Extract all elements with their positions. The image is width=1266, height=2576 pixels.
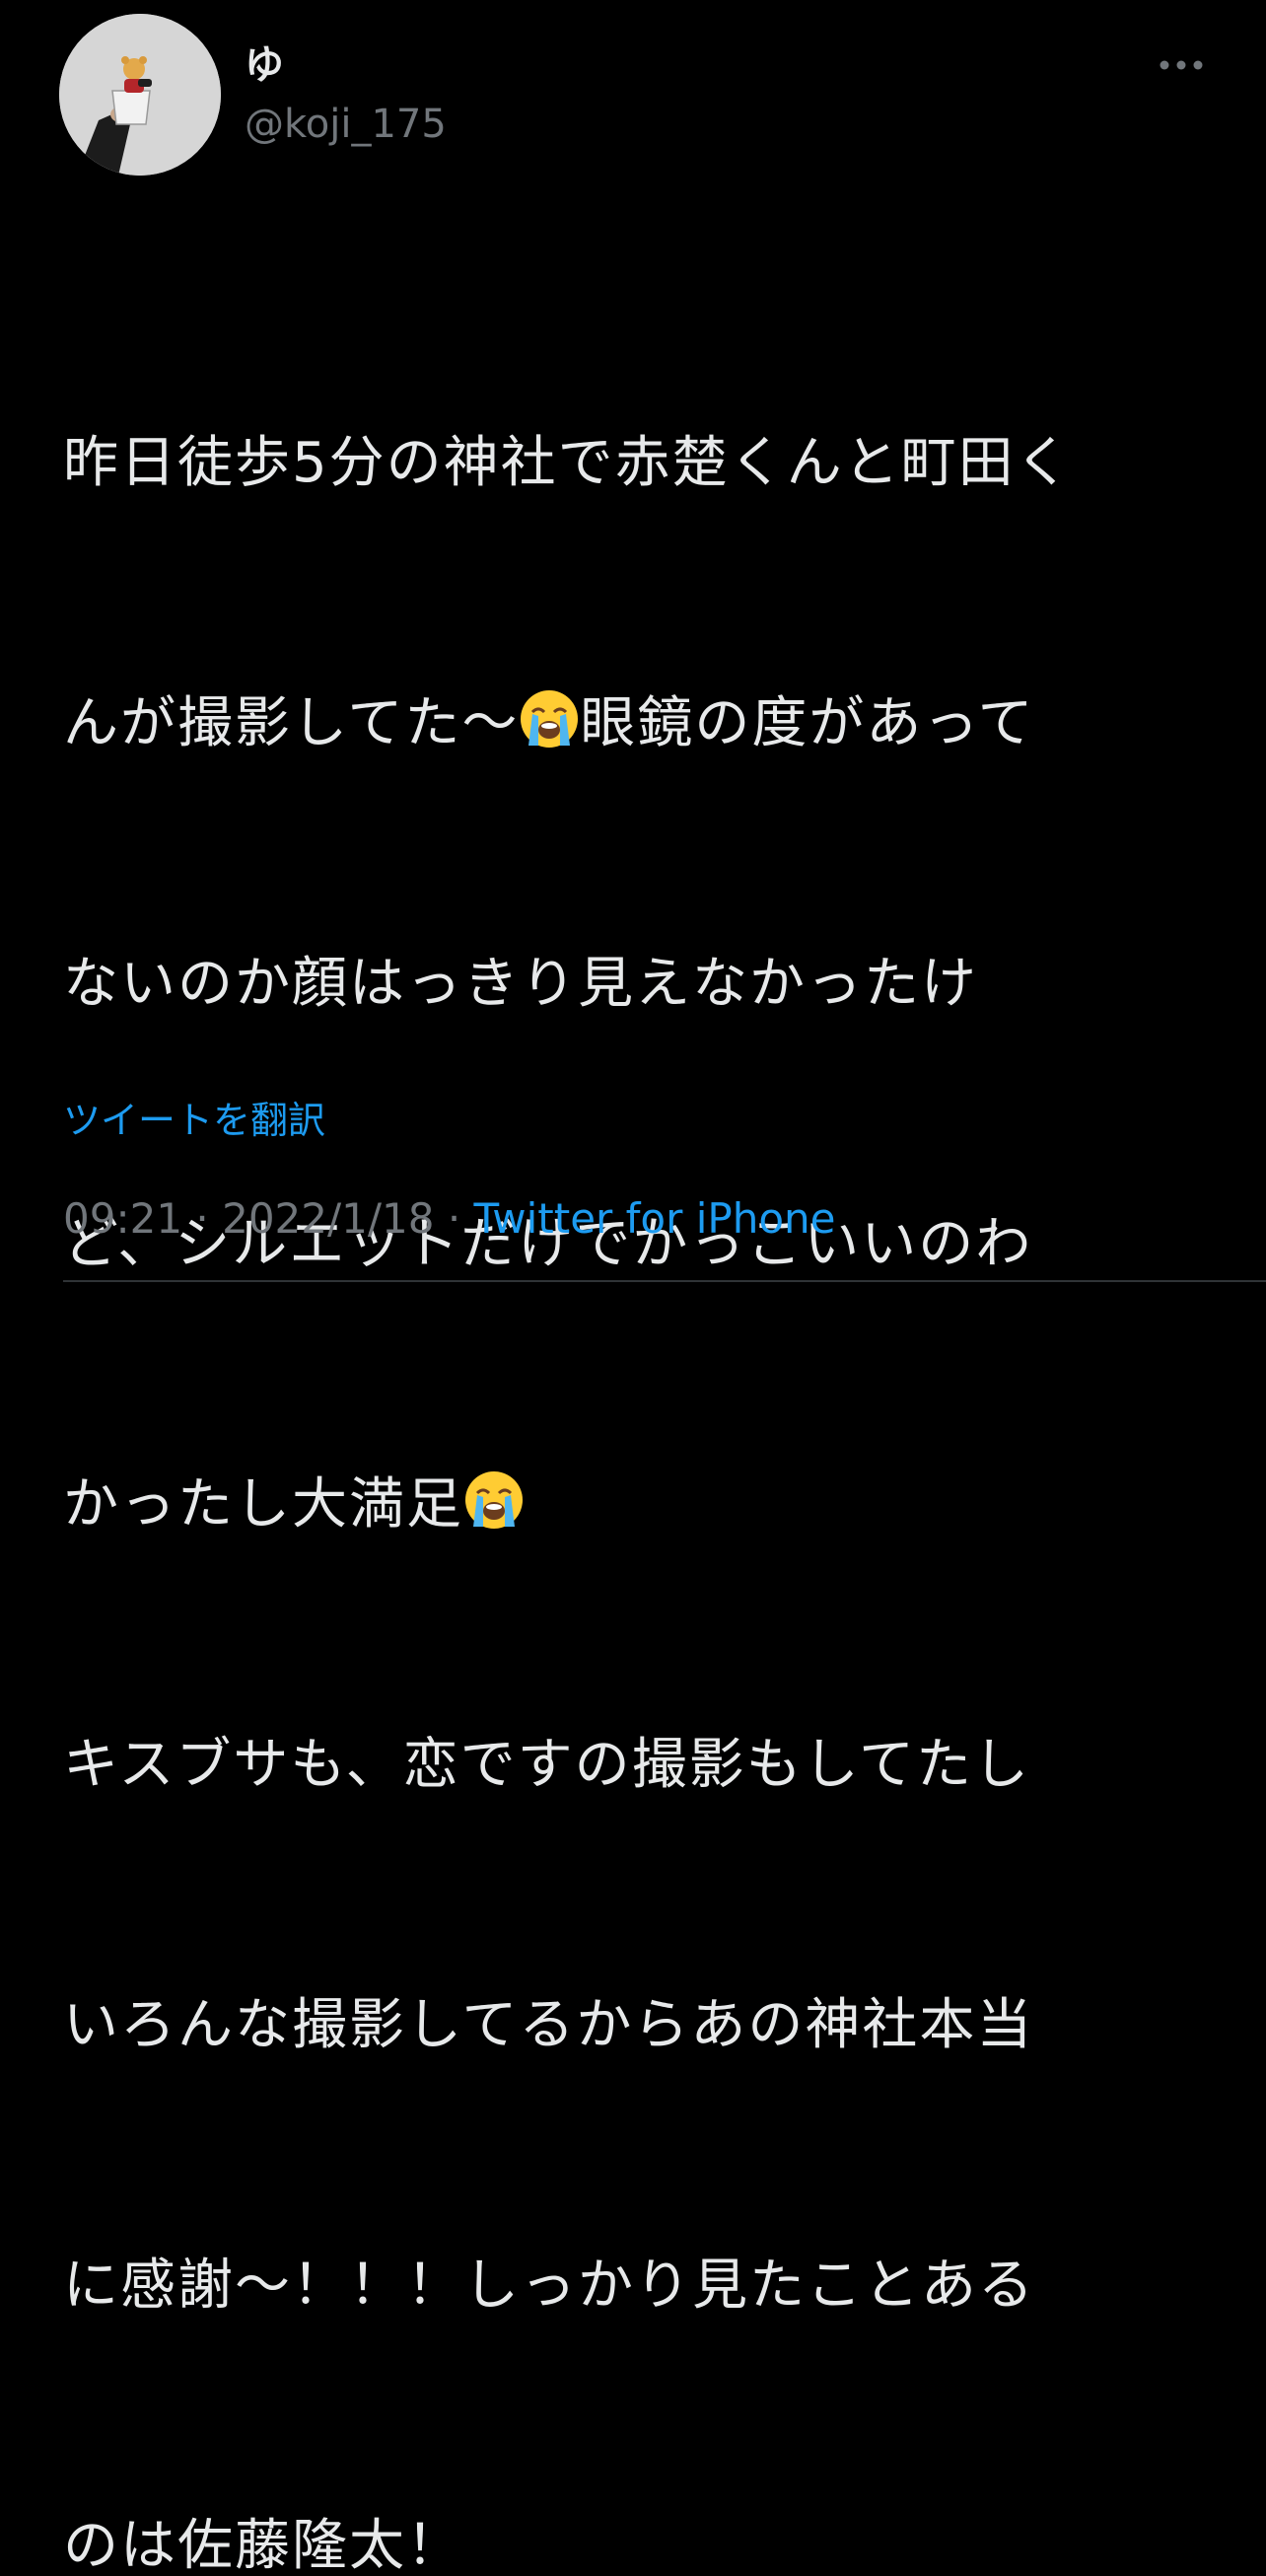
divider [63,1280,1266,1282]
avatar[interactable] [59,14,221,176]
meta-separator: · [182,1194,223,1243]
tweet-line: に感謝〜！！！しっかり見たことある [63,2254,1035,2318]
user-handle[interactable]: @koji_175 [245,101,447,148]
profile-photo-avatar [59,14,221,176]
tweet-metadata: 09:21 · 2022/1/18 · Twitter for iPhone [63,1193,836,1245]
tweet-line: かったし大満足 [63,1462,1207,1548]
display-name[interactable]: ゆ [245,41,284,89]
tweet-line: のは佐藤隆太！ [63,2514,463,2576]
tweet-line-segment: かったし大満足 [63,1472,463,1537]
tweet-line: キスブサも、恋ですの撮影もしてたし [63,1733,1030,1797]
tweet-line: いろんな撮影してるからあの神社本当 [63,1993,1034,2057]
tweet-line-segment: 眼鏡の度があって [580,691,1035,755]
more-horizontal-icon [1160,60,1203,70]
meta-separator: · [434,1194,474,1243]
more-options-button[interactable] [1152,47,1211,83]
tweet-text: 昨日徒歩5分の神社で赤楚くんと町田く んが撮影してた〜 眼鏡の度があって ないのか… [63,247,1207,2576]
source-link[interactable]: Twitter for iPhone [474,1194,836,1243]
loudly-crying-face-icon [463,1469,525,1531]
translate-tweet-link[interactable]: ツイートを翻訳 [63,1097,325,1144]
tweet-date[interactable]: 2022/1/18 [222,1194,434,1243]
tweet-line: 昨日徒歩5分の神社で赤楚くんと町田く [63,431,1073,495]
tweet-time[interactable]: 09:21 [63,1194,182,1243]
tweet-line: ないのか顔はっきり見えなかったけ [63,952,978,1016]
tweet-line-segment: んが撮影してた〜 [63,691,520,755]
loudly-crying-face-icon [519,688,580,750]
tweet-line: んが撮影してた〜 眼鏡の度があって [63,680,1207,767]
